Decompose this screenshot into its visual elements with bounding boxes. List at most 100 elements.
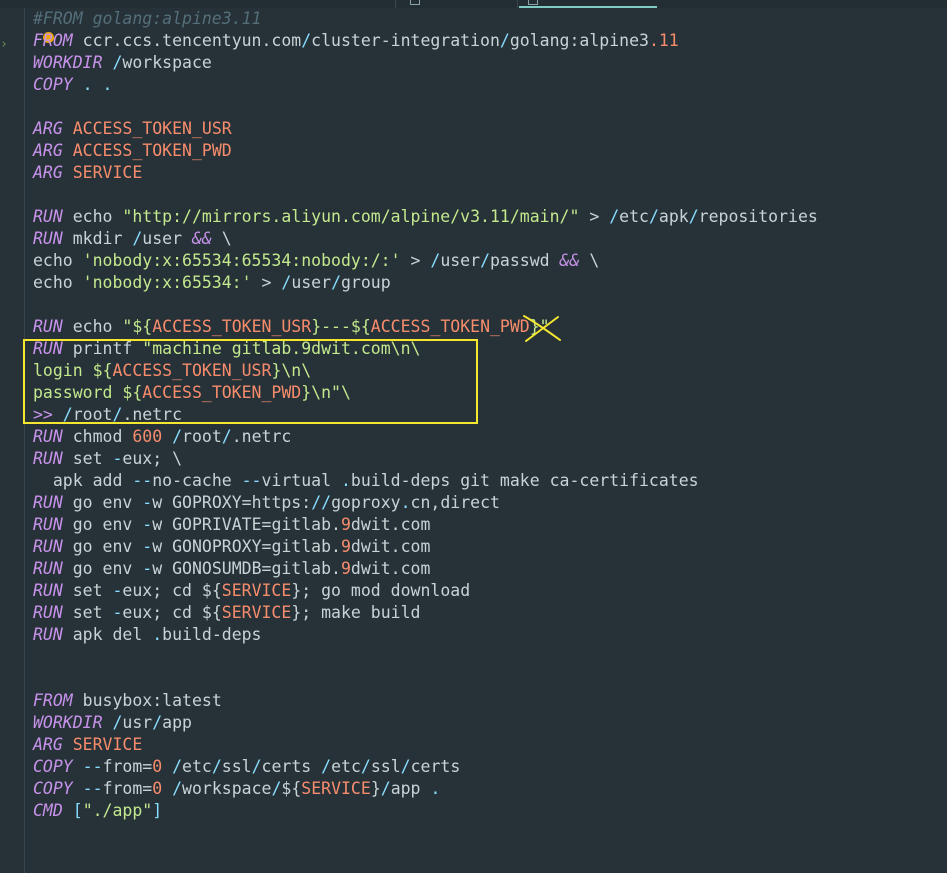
code-token: / bbox=[480, 251, 490, 270]
code-token: build-deps bbox=[162, 625, 262, 644]
code-token: / bbox=[688, 207, 699, 226]
code-line[interactable]: RUN mkdir /user && \ bbox=[33, 228, 818, 250]
code-line[interactable]: ARG ACCESS_TOKEN_PWD bbox=[33, 140, 818, 162]
code-line[interactable] bbox=[33, 96, 818, 118]
code-line[interactable]: RUN go env -w GOPROXY=https://goproxy.cn… bbox=[33, 492, 818, 514]
code-token: / bbox=[380, 779, 391, 798]
code-token: cn,direct bbox=[410, 493, 500, 512]
code-token: }; go mod download bbox=[291, 581, 471, 600]
code-token: } bbox=[370, 779, 381, 798]
code-token: > bbox=[579, 207, 610, 226]
code-line[interactable]: WORKDIR /usr/app bbox=[33, 712, 818, 734]
code-token: / bbox=[609, 207, 620, 226]
code-token: user bbox=[440, 251, 481, 270]
code-token: RUN bbox=[33, 625, 63, 644]
code-token: "http://mirrors.aliyun.com/alpine/v3.11/… bbox=[122, 207, 580, 226]
code-line[interactable] bbox=[33, 294, 818, 316]
code-line[interactable]: RUN set -eux; \ bbox=[33, 448, 818, 470]
code-token: -- bbox=[72, 779, 103, 798]
code-token: / bbox=[132, 229, 143, 248]
fold-arrow-icon[interactable]: › bbox=[0, 37, 8, 52]
code-token: WORKDIR bbox=[33, 713, 103, 732]
code-token: set bbox=[62, 603, 113, 622]
code-token: \ bbox=[579, 251, 600, 270]
code-line[interactable]: RUN set -eux; cd ${SERVICE}; make build bbox=[33, 602, 818, 624]
cross-mark-icon bbox=[523, 315, 561, 342]
code-line[interactable]: RUN echo "http://mirrors.aliyun.com/alpi… bbox=[33, 206, 818, 228]
code-line[interactable]: WORKDIR /workspace bbox=[33, 52, 818, 74]
code-token: RUN bbox=[33, 427, 63, 446]
code-token: SERVICE bbox=[221, 603, 292, 622]
code-line[interactable]: COPY --from=0 /workspace/${SERVICE}/app … bbox=[33, 778, 818, 800]
code-line[interactable]: FROM busybox:latest bbox=[33, 690, 818, 712]
code-token: / bbox=[221, 427, 232, 446]
code-line[interactable] bbox=[33, 646, 818, 668]
code-line[interactable]: echo 'nobody:x:65534:65534:nobody:/:' > … bbox=[33, 250, 818, 272]
code-token: / bbox=[152, 713, 163, 732]
code-token: RUN bbox=[33, 449, 63, 468]
code-token: group bbox=[341, 273, 391, 292]
code-token: apk del bbox=[62, 625, 153, 644]
tab-separator bbox=[395, 0, 396, 8]
code-token: cluster-integration bbox=[311, 31, 500, 50]
code-token: RUN bbox=[33, 317, 63, 336]
code-line[interactable]: CMD ["./app"] bbox=[33, 800, 818, 822]
code-token: - bbox=[112, 603, 123, 622]
code-token: etc bbox=[331, 757, 361, 776]
code-token: / bbox=[281, 273, 292, 292]
code-token: RUN bbox=[33, 581, 63, 600]
code-token: 'nobody:x:65534:65534:nobody:/:' bbox=[82, 251, 401, 270]
code-line[interactable]: COPY . . bbox=[33, 74, 818, 96]
code-token: > bbox=[400, 251, 431, 270]
code-line[interactable]: FROM ccr.ccs.tencentyun.com/cluster-inte… bbox=[33, 30, 818, 52]
code-token: chmod bbox=[62, 427, 133, 446]
code-line[interactable]: echo 'nobody:x:65534:' > /user/group bbox=[33, 272, 818, 294]
code-token: dwit.com bbox=[350, 559, 431, 578]
code-token: / bbox=[331, 273, 341, 292]
code-token: - bbox=[112, 449, 123, 468]
file-tab-icon[interactable] bbox=[410, 0, 420, 5]
code-line[interactable]: RUN go env -w GONOSUMDB=gitlab.9dwit.com bbox=[33, 558, 818, 580]
code-token: go env bbox=[62, 493, 143, 512]
code-line[interactable] bbox=[33, 668, 818, 690]
code-line[interactable]: #FROM golang:alpine3.11 bbox=[33, 8, 818, 30]
code-token: usr bbox=[122, 713, 153, 732]
code-token: ARG bbox=[33, 735, 63, 754]
code-token: COPY bbox=[33, 779, 73, 798]
code-token: passwd bbox=[490, 251, 560, 270]
code-line[interactable]: ARG SERVICE bbox=[33, 734, 818, 756]
code-line[interactable]: RUN echo "${ACCESS_TOKEN_USR}---${ACCESS… bbox=[33, 316, 818, 338]
code-token: . bbox=[152, 625, 163, 644]
code-line[interactable]: RUN go env -w GOPRIVATE=gitlab.9dwit.com bbox=[33, 514, 818, 536]
code-line[interactable]: RUN apk del .build-deps bbox=[33, 624, 818, 646]
code-token: w GOPRIVATE=gitlab. bbox=[152, 515, 341, 534]
code-token: go env bbox=[62, 515, 143, 534]
code-token: . . bbox=[72, 75, 113, 94]
code-token: w GONOPROXY=gitlab. bbox=[152, 537, 341, 556]
code-token: from= bbox=[102, 757, 153, 776]
code-line[interactable]: ARG ACCESS_TOKEN_USR bbox=[33, 118, 818, 140]
code-token: 9 bbox=[340, 559, 351, 578]
tab-separator bbox=[517, 0, 518, 8]
code-token: echo bbox=[62, 317, 123, 336]
code-token: ccr.ccs.tencentyun.com bbox=[72, 31, 302, 50]
code-line[interactable]: RUN chmod 600 /root/.netrc bbox=[33, 426, 818, 448]
code-token: app bbox=[390, 779, 431, 798]
code-token: "./app" bbox=[82, 801, 153, 820]
code-line[interactable]: RUN set -eux; cd ${SERVICE}; go mod down… bbox=[33, 580, 818, 602]
code-token: WORKDIR bbox=[33, 53, 103, 72]
code-token: / bbox=[301, 31, 312, 50]
code-line[interactable]: ARG SERVICE bbox=[33, 162, 818, 184]
code-token: / bbox=[430, 251, 441, 270]
code-token: eux; \ bbox=[122, 449, 183, 468]
code-line[interactable]: apk add --no-cache --virtual .build-deps… bbox=[33, 470, 818, 492]
code-token: / bbox=[102, 53, 123, 72]
code-token: / bbox=[499, 31, 510, 50]
code-token: RUN bbox=[33, 207, 63, 226]
file-tab-icon[interactable] bbox=[528, 0, 538, 5]
code-token: ACCESS_TOKEN_PWD bbox=[62, 141, 232, 160]
code-token: mkdir bbox=[62, 229, 133, 248]
code-line[interactable]: RUN go env -w GONOPROXY=gitlab.9dwit.com bbox=[33, 536, 818, 558]
code-line[interactable]: COPY --from=0 /etc/ssl/certs /etc/ssl/ce… bbox=[33, 756, 818, 778]
code-line[interactable] bbox=[33, 184, 818, 206]
